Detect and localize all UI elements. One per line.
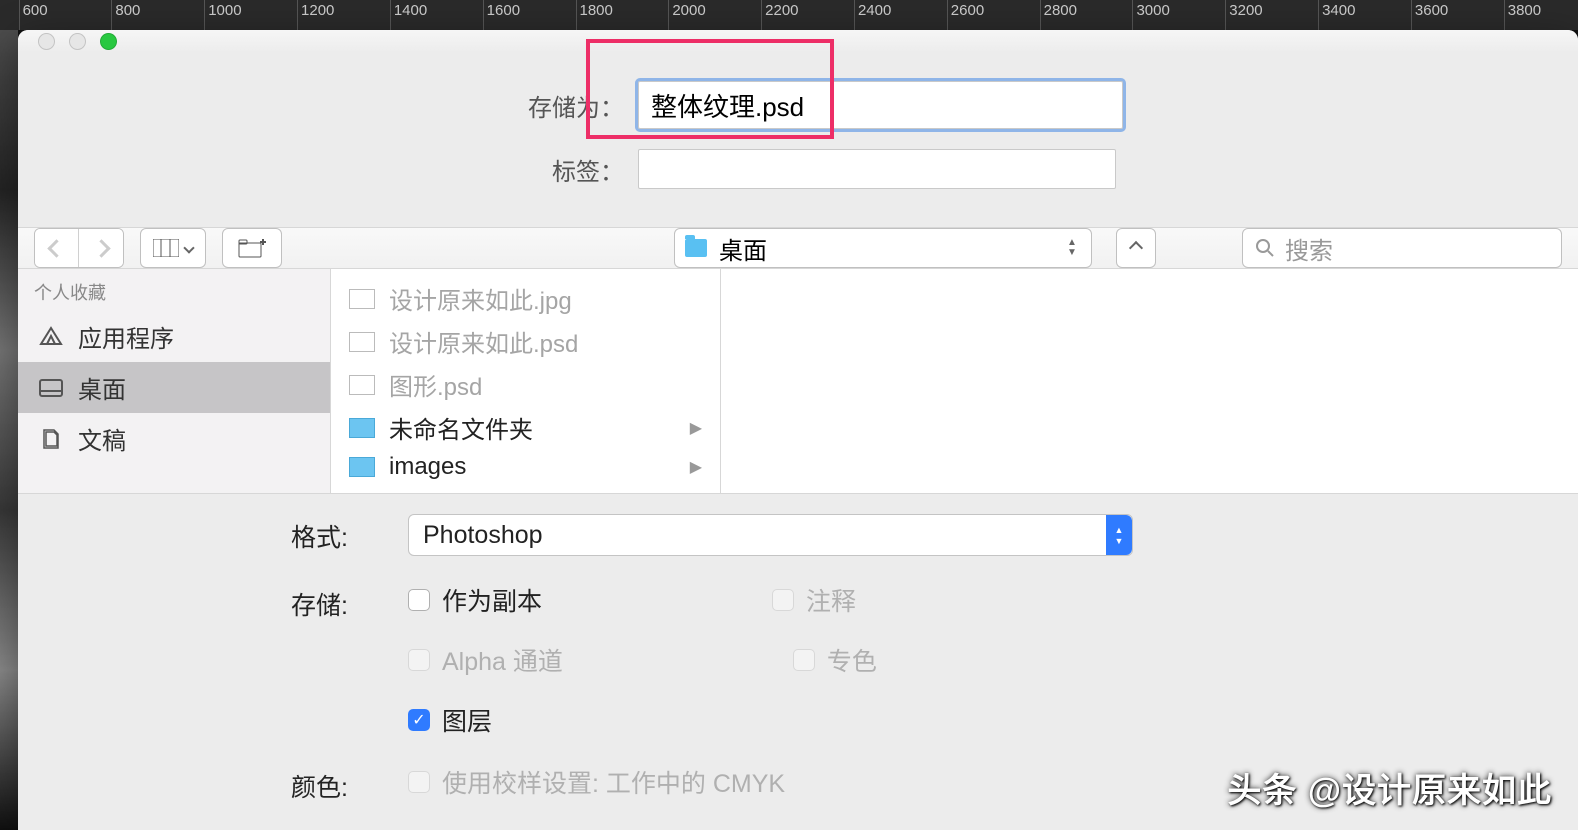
- tags-label: 标签：: [18, 152, 638, 187]
- columns-icon: [153, 239, 179, 257]
- sidebar-header: 个人收藏: [18, 269, 330, 311]
- as-copy-check[interactable]: 作为副本: [408, 582, 542, 618]
- new-folder-button[interactable]: [222, 228, 282, 268]
- layers-check[interactable]: ✓图层: [408, 702, 492, 738]
- ruler-tick: 3800: [1504, 0, 1541, 30]
- ruler-tick: 2200: [761, 0, 798, 30]
- ruler-tick: 800: [111, 0, 140, 30]
- ruler-tick: 1600: [483, 0, 520, 30]
- folder-plus-icon: [238, 238, 266, 258]
- sidebar-icon: [38, 377, 64, 399]
- file-item[interactable]: images▶: [331, 449, 720, 485]
- search-placeholder: 搜索: [1285, 231, 1333, 266]
- close-icon[interactable]: [38, 33, 55, 50]
- folder-icon: [685, 239, 707, 257]
- ruler-tick: 2400: [854, 0, 891, 30]
- nav-segment: [34, 228, 124, 268]
- file-icon: [349, 375, 375, 395]
- save-as-label: 存储为：: [18, 88, 638, 123]
- top-fields: 存储为： 标签：: [18, 53, 1578, 227]
- ruler-tick: 1400: [390, 0, 427, 30]
- format-select[interactable]: Photoshop ▲▼: [408, 514, 1133, 556]
- location-select[interactable]: 桌面 ▲▼: [674, 228, 1092, 268]
- ruler-tick: 3600: [1411, 0, 1448, 30]
- ruler-tick: 2600: [947, 0, 984, 30]
- forward-button[interactable]: [79, 229, 123, 267]
- color-label: 颜色:: [78, 764, 408, 804]
- ruler-tick: 2000: [668, 0, 705, 30]
- window-titlebar: [18, 30, 1578, 53]
- ruler-tick: 1000: [204, 0, 241, 30]
- sidebar-icon: [38, 428, 64, 450]
- format-label: 格式:: [78, 514, 408, 554]
- ruler-tick: 1200: [297, 0, 334, 30]
- file-column: 设计原来如此.jpg设计原来如此.psd图形.psd未命名文件夹▶images▶: [331, 269, 721, 493]
- search-input[interactable]: 搜索: [1242, 228, 1562, 268]
- view-mode-button[interactable]: [140, 228, 206, 268]
- storage-label: 存储:: [78, 582, 408, 622]
- file-item: 设计原来如此.jpg: [331, 277, 720, 320]
- notes-check: 注释: [772, 582, 856, 618]
- format-value: Photoshop: [423, 521, 543, 550]
- file-icon: [349, 289, 375, 309]
- sidebar-item-1[interactable]: 桌面: [18, 362, 330, 413]
- file-browser: 个人收藏 应用程序桌面文稿 设计原来如此.jpg设计原来如此.psd图形.psd…: [18, 269, 1578, 494]
- ruler-tick: 3000: [1132, 0, 1169, 30]
- location-name: 桌面: [719, 231, 1051, 266]
- document-ruler: 600 800 1000 1200 1400 1600 1800 2000 2200 2400 26…: [0, 0, 1578, 30]
- sidebar: 个人收藏 应用程序桌面文稿: [18, 269, 331, 493]
- filename-input[interactable]: [638, 81, 1123, 129]
- stepper-icon: ▲▼: [1106, 515, 1132, 555]
- folder-icon: [349, 418, 375, 438]
- sidebar-item-2[interactable]: 文稿: [18, 413, 330, 464]
- file-item: 图形.psd: [331, 363, 720, 406]
- watermark: 头条 @设计原来如此: [1227, 763, 1552, 812]
- file-icon: [349, 332, 375, 352]
- back-button[interactable]: [35, 229, 79, 267]
- collapse-button[interactable]: [1116, 228, 1156, 268]
- spot-check: 专色: [793, 642, 877, 678]
- ruler-tick: 3200: [1225, 0, 1262, 30]
- save-as-dialog: 存储为： 标签： 桌面 ▲▼: [18, 30, 1578, 830]
- alpha-check: Alpha 通道: [408, 642, 563, 678]
- search-icon: [1255, 238, 1275, 258]
- ruler-tick: 600: [19, 0, 48, 30]
- file-item: 设计原来如此.psd: [331, 320, 720, 363]
- chevron-right-icon: ▶: [690, 457, 702, 477]
- tags-input[interactable]: [638, 149, 1116, 189]
- preview-pane: [721, 269, 1578, 493]
- ruler-tick: 1800: [576, 0, 613, 30]
- chevron-right-icon: ▶: [690, 418, 702, 438]
- sidebar-item-0[interactable]: 应用程序: [18, 311, 330, 362]
- minimize-icon[interactable]: [69, 33, 86, 50]
- sidebar-icon: [38, 326, 64, 348]
- ruler-tick: 2800: [1040, 0, 1077, 30]
- browser-toolbar: 桌面 ▲▼ 搜索: [18, 227, 1578, 269]
- file-item[interactable]: 未命名文件夹▶: [331, 406, 720, 449]
- maximize-icon[interactable]: [100, 33, 117, 50]
- folder-icon: [349, 457, 375, 477]
- ruler-tick: 3400: [1318, 0, 1355, 30]
- updown-icon: ▲▼: [1063, 239, 1081, 257]
- background-strip: [0, 30, 18, 830]
